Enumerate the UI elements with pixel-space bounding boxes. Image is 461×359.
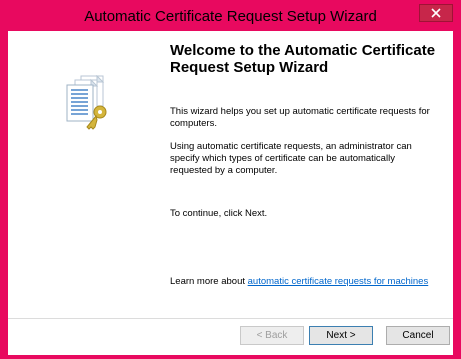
wizard-window: Automatic Certificate Request Setup Wiza… <box>0 0 461 359</box>
certificate-documents-with-key-icon <box>66 75 107 130</box>
continue-text: To continue, click Next. <box>170 208 268 219</box>
close-button[interactable] <box>419 4 453 22</box>
wizard-content: Welcome to the Automatic Certificate Req… <box>165 31 453 318</box>
learn-more-prefix: Learn more about <box>170 276 245 287</box>
learn-more-line: Learn more about automatic certificate r… <box>170 276 428 287</box>
title-bar[interactable]: Automatic Certificate Request Setup Wiza… <box>4 4 457 30</box>
next-button[interactable]: Next > <box>309 326 373 345</box>
intro-text: This wizard helps you set up automatic c… <box>170 106 430 129</box>
learn-more-link[interactable]: automatic certificate requests for machi… <box>248 276 429 287</box>
cancel-button[interactable]: Cancel <box>386 326 450 345</box>
window-title: Automatic Certificate Request Setup Wiza… <box>84 8 377 25</box>
back-button[interactable]: < Back <box>240 326 304 345</box>
wizard-side-panel <box>8 31 165 318</box>
page-title: Welcome to the Automatic Certificate Req… <box>170 42 436 76</box>
wizard-client-area: Welcome to the Automatic Certificate Req… <box>8 31 453 355</box>
close-icon <box>431 8 441 18</box>
button-divider <box>8 318 453 319</box>
details-text: Using automatic certificate requests, an… <box>170 141 412 176</box>
